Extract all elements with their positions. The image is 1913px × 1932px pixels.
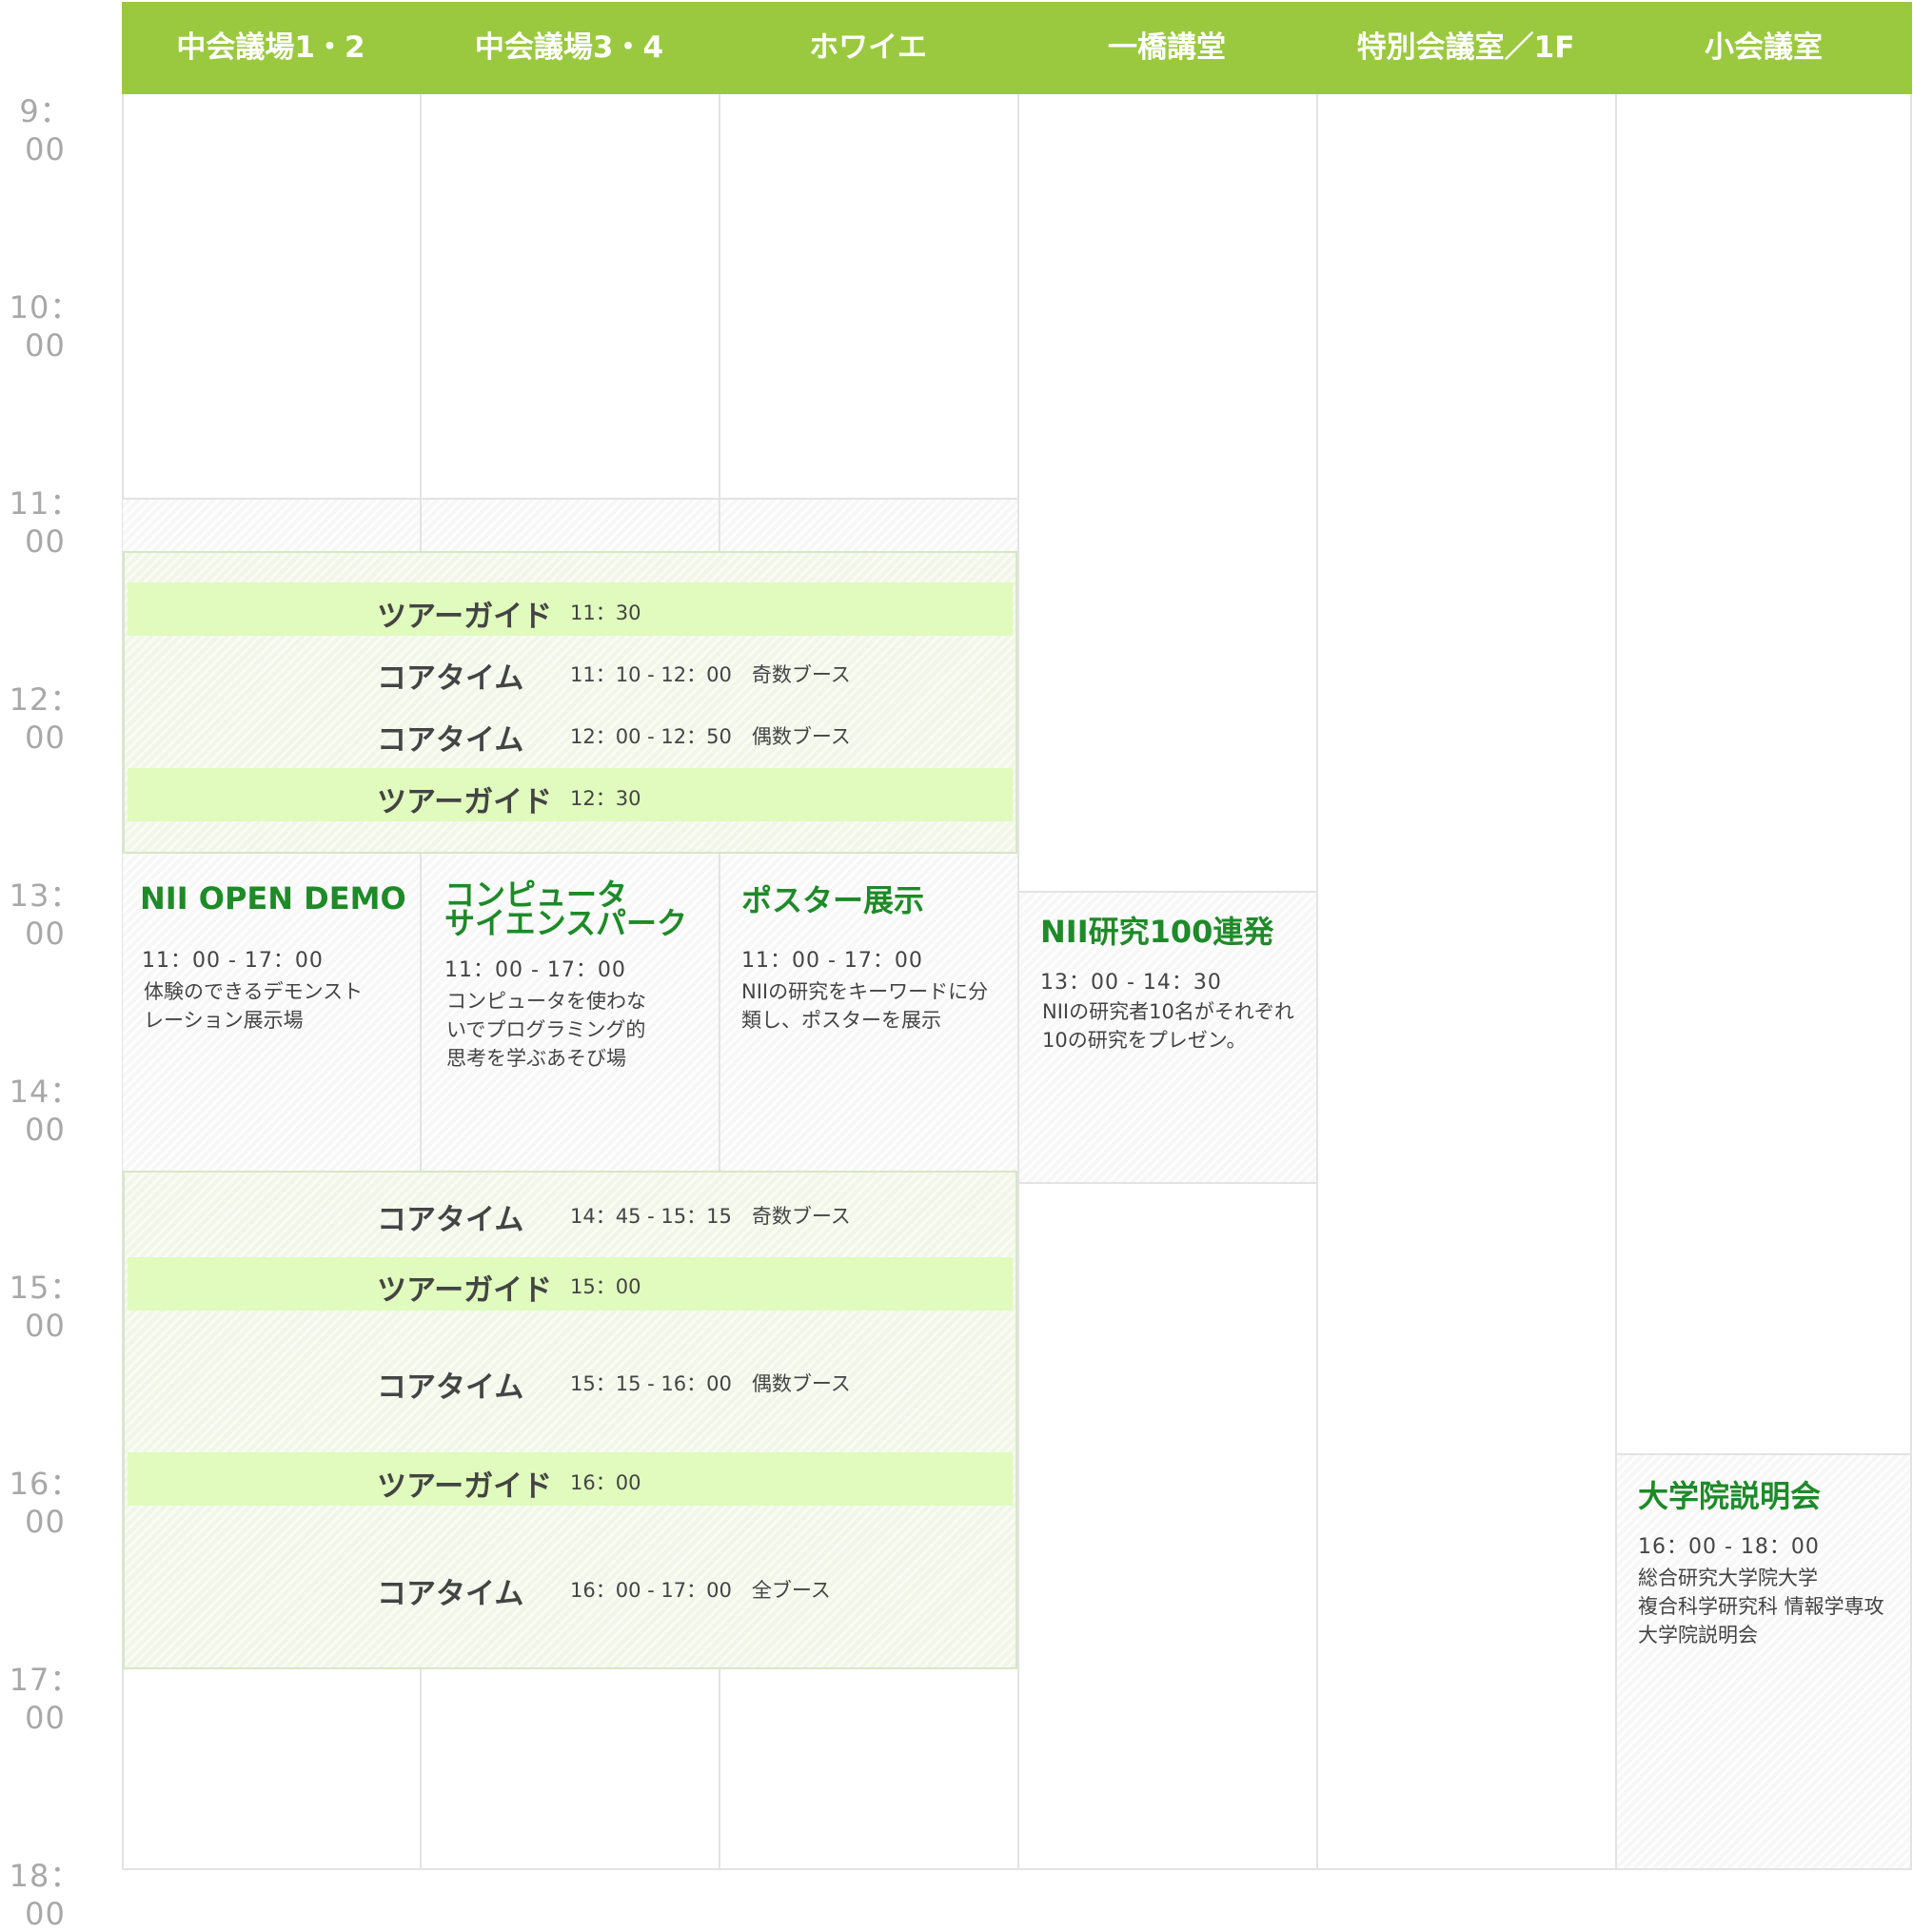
tour-guide-time: 11：30 [570, 601, 641, 624]
time-label: 15：00 [9, 1270, 82, 1344]
pre-core-slot [720, 498, 1017, 551]
event-desc: 10の研究をプレゼン。 [1042, 1029, 1247, 1052]
column-header-foyer: ホワイエ [809, 30, 927, 65]
core-time-block-1: ツアーガイド 11：30 コアタイム 11：10 - 12：00 奇数ブース コ… [123, 551, 1017, 854]
event-time: 13：00 - 14：30 [1040, 971, 1222, 995]
core-time-detail: 15：15 - 16：00 偶数ブース [570, 1372, 851, 1395]
event-desc: NIIの研究者10名がそれぞれ [1042, 1000, 1294, 1023]
event-time: 11：00 - 17：00 [444, 958, 626, 982]
column-header-room-1-2: 中会議場1・2 [176, 30, 365, 65]
event-title: NII研究100連発 [1040, 914, 1274, 950]
event-open-demo[interactable]: NII OPEN DEMO 11：00 - 17：00 体験のできるデモンスト … [123, 854, 420, 1171]
event-time: 16：00 - 18：00 [1638, 1535, 1820, 1559]
event-grad-school[interactable]: 大学院説明会 16：00 - 18：00 総合研究大学院大学 複合科学研究科 情… [1617, 1453, 1910, 1868]
grid-line [1316, 94, 1318, 1870]
event-desc: NIIの研究をキーワードに分 [741, 980, 989, 1003]
time-label: 14：00 [9, 1074, 82, 1148]
column-header-small-room: 小会議室 [1705, 30, 1823, 65]
column-header-special-room: 特別会議室／1F [1356, 30, 1575, 65]
time-label: 13：00 [9, 877, 82, 952]
event-poster[interactable]: ポスター展示 11：00 - 17：00 NIIの研究をキーワードに分 類し、ポ… [720, 854, 1017, 1171]
event-cs-park[interactable]: コンピュータ サイエンスパーク 11：00 - 17：00 コンピュータを使わな… [422, 854, 719, 1171]
event-desc: 類し、ポスターを展示 [741, 1009, 941, 1032]
event-time: 11：00 - 17：00 [142, 949, 324, 973]
tour-guide-time: 12：30 [570, 787, 641, 810]
core-time-detail: 11：10 - 12：00 奇数ブース [570, 663, 851, 686]
core-time-block-2: コアタイム 14：45 - 15：15 奇数ブース ツアーガイド 15：00 コ… [123, 1171, 1017, 1669]
event-desc: 大学院説明会 [1638, 1624, 1758, 1646]
time-label: 16：00 [9, 1466, 82, 1540]
event-title: ポスター展示 [741, 882, 925, 918]
event-nii-100[interactable]: NII研究100連発 13：00 - 14：30 NIIの研究者10名がそれぞれ… [1019, 891, 1316, 1184]
event-desc: コンピュータを使わな [446, 990, 646, 1013]
time-label: 17：00 [9, 1662, 82, 1736]
time-label: 10：00 [9, 289, 82, 364]
event-time: 11：00 - 17：00 [741, 949, 923, 973]
event-desc: 体験のできるデモンスト [144, 980, 364, 1003]
time-label: 11：00 [9, 485, 82, 560]
tour-guide-time: 15：00 [570, 1275, 641, 1298]
column-header-hitotsubashi-hall: 一橋講堂 [1108, 30, 1226, 65]
time-label: 18：00 [9, 1858, 82, 1932]
pre-core-slot [422, 498, 719, 551]
grid-bottom-line [122, 1868, 1912, 1870]
event-desc: 総合研究大学院大学 [1638, 1567, 1818, 1589]
event-desc: 複合科学研究科 情報学専攻 [1638, 1595, 1884, 1618]
grid-line [1910, 94, 1912, 1870]
event-desc: レーション展示場 [144, 1009, 304, 1032]
event-title: サイエンスパーク [444, 905, 688, 941]
schedule-header: 中会議場1・2 中会議場3・4 ホワイエ 一橋講堂 特別会議室／1F 小会議室 [122, 2, 1912, 94]
core-time-detail: 16：00 - 17：00 全ブース [570, 1579, 831, 1602]
pre-core-slot [123, 498, 420, 551]
event-desc: いでプログラミング的 [446, 1018, 646, 1041]
event-title: NII OPEN DEMO [140, 880, 406, 917]
event-title: 大学院説明会 [1638, 1478, 1822, 1514]
core-time-detail: 14：45 - 15：15 奇数ブース [570, 1205, 851, 1228]
tour-guide-time: 16：00 [570, 1471, 641, 1494]
time-label: 9：00 [19, 93, 71, 168]
time-label: 12：00 [9, 681, 82, 756]
core-time-detail: 12：00 - 12：50 偶数ブース [570, 725, 851, 748]
column-header-room-3-4: 中会議場3・4 [474, 30, 664, 65]
event-desc: 思考を学ぶあそび場 [446, 1047, 626, 1070]
